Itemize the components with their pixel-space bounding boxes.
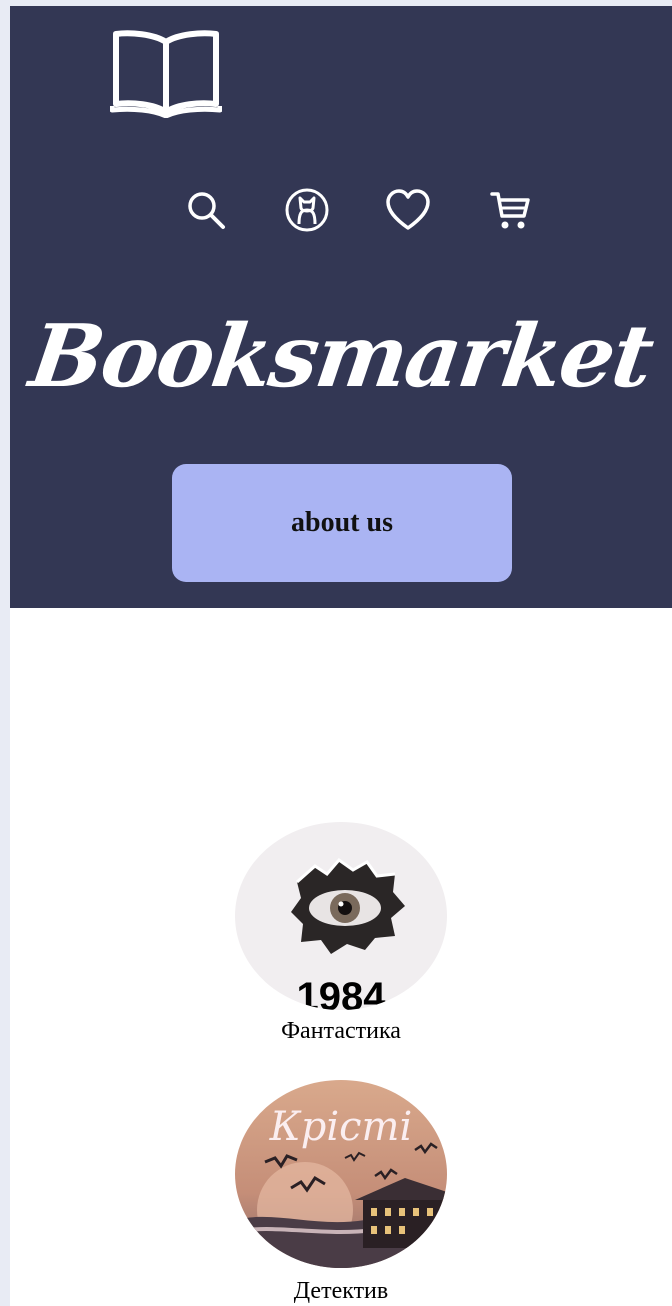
- account-icon[interactable]: [283, 186, 331, 234]
- site-header: Booksmarket about us: [10, 6, 672, 608]
- detective-cover-text: Крісті: [269, 1104, 412, 1150]
- open-book-icon[interactable]: [109, 28, 223, 119]
- fantasy-cover-text: 1984: [297, 975, 387, 1010]
- category-label-detective[interactable]: Детектив: [10, 1276, 672, 1306]
- brand-title: Booksmarket: [24, 306, 658, 407]
- about-us-button[interactable]: about us: [172, 464, 512, 582]
- cart-icon[interactable]: [486, 186, 534, 234]
- page: Booksmarket about us 1984 Фантастика Крі…: [10, 6, 672, 1306]
- category-image-fantasy[interactable]: 1984: [235, 822, 447, 1010]
- category-image-detective[interactable]: Крісті: [235, 1080, 447, 1268]
- heart-icon[interactable]: [384, 186, 432, 234]
- category-label-fantasy[interactable]: Фантастика: [10, 1016, 672, 1046]
- search-icon[interactable]: [182, 186, 230, 234]
